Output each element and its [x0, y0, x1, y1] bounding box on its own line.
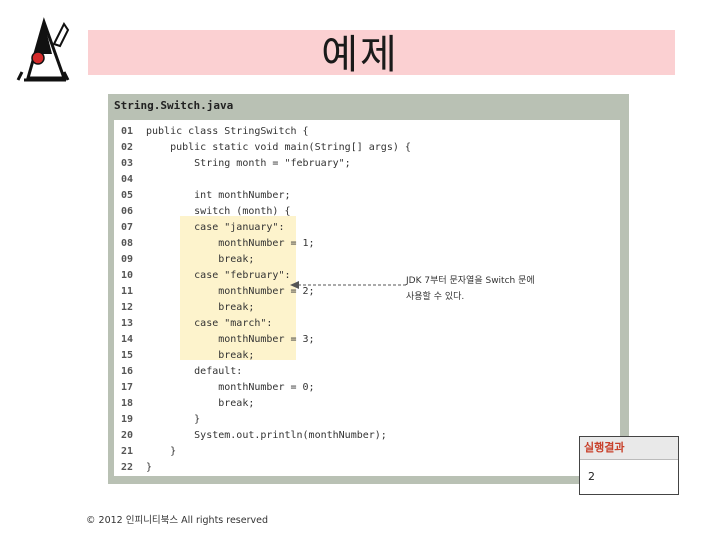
code-line: 15 break; [114, 348, 614, 364]
code-text: break; [146, 254, 255, 265]
code-line: 19 } [114, 412, 614, 428]
line-number: 15 [121, 350, 134, 361]
line-number: 03 [121, 158, 134, 169]
line-number: 06 [121, 206, 134, 217]
code-text: switch (month) { [146, 206, 291, 217]
code-text: break; [146, 302, 255, 313]
line-number: 01 [121, 126, 134, 137]
code-line: 07 case "january": [114, 220, 614, 236]
code-line: 04 [114, 172, 614, 188]
code-text: } [146, 414, 201, 425]
line-number: 14 [121, 334, 134, 345]
slide-title: 예제 [321, 32, 399, 78]
code-text: public class StringSwitch { [146, 126, 309, 137]
line-number: 18 [121, 398, 134, 409]
code-line: 13 case "march": [114, 316, 614, 332]
code-text: System.out.println(monthNumber); [146, 430, 387, 441]
code-text: int monthNumber; [146, 190, 291, 201]
code-line: 03 String month = "february"; [114, 156, 614, 172]
result-box: 실행결과 2 [579, 436, 679, 495]
annotation-line-1: JDK 7부터 문자열을 Switch 문에 [406, 276, 535, 286]
code-text: default: [146, 366, 243, 377]
file-name-label: String.Switch.java [114, 99, 234, 112]
line-number: 19 [121, 414, 134, 425]
code-text: monthNumber = 3; [146, 334, 315, 345]
code-line: 17 monthNumber = 0; [114, 380, 614, 396]
duke-mascot-icon [16, 17, 70, 82]
annotation-note: JDK 7부터 문자열을 Switch 문에 사용할 수 있다. [406, 273, 556, 305]
line-number: 16 [121, 366, 134, 377]
code-text: break; [146, 398, 255, 409]
code-text: case "march": [146, 318, 273, 329]
code-line: 06 switch (month) { [114, 204, 614, 220]
result-label: 실행결과 [580, 437, 678, 460]
code-line: 18 break; [114, 396, 614, 412]
code-line: 16 default: [114, 364, 614, 380]
line-number: 10 [121, 270, 134, 281]
code-text: String month = "february"; [146, 158, 351, 169]
arrow-icon [290, 281, 406, 289]
result-value: 2 [588, 470, 595, 483]
line-number: 07 [121, 222, 134, 233]
line-number: 20 [121, 430, 134, 441]
line-number: 08 [121, 238, 134, 249]
code-line: 02 public static void main(String[] args… [114, 140, 614, 156]
code-text: monthNumber = 1; [146, 238, 315, 249]
line-number: 04 [121, 174, 134, 185]
code-line: 05 int monthNumber; [114, 188, 614, 204]
code-line: 01 public class StringSwitch { [114, 124, 614, 140]
code-line: 14 monthNumber = 3; [114, 332, 614, 348]
line-number: 11 [121, 286, 134, 297]
line-number: 17 [121, 382, 134, 393]
line-number: 13 [121, 318, 134, 329]
code-line: 09 break; [114, 252, 614, 268]
line-number: 09 [121, 254, 134, 265]
code-line: 08 monthNumber = 1; [114, 236, 614, 252]
code-line: 20 System.out.println(monthNumber); [114, 428, 614, 444]
code-line: 22} [114, 460, 614, 476]
line-number: 02 [121, 142, 134, 153]
code-text: } [146, 462, 153, 473]
code-text: case "february": [146, 270, 291, 281]
line-number: 22 [121, 462, 134, 473]
code-text: break; [146, 350, 255, 361]
line-number: 05 [121, 190, 134, 201]
line-number: 12 [121, 302, 134, 313]
code-line: 21 } [114, 444, 614, 460]
code-text: case "january": [146, 222, 285, 233]
code-text: monthNumber = 0; [146, 382, 315, 393]
annotation-line-2: 사용할 수 있다. [406, 292, 465, 302]
code-text: public static void main(String[] args) { [146, 142, 411, 153]
line-number: 21 [121, 446, 134, 457]
code-text: } [146, 446, 177, 457]
footer-copyright: © 2012 인피니티북스 All rights reserved [86, 515, 269, 526]
